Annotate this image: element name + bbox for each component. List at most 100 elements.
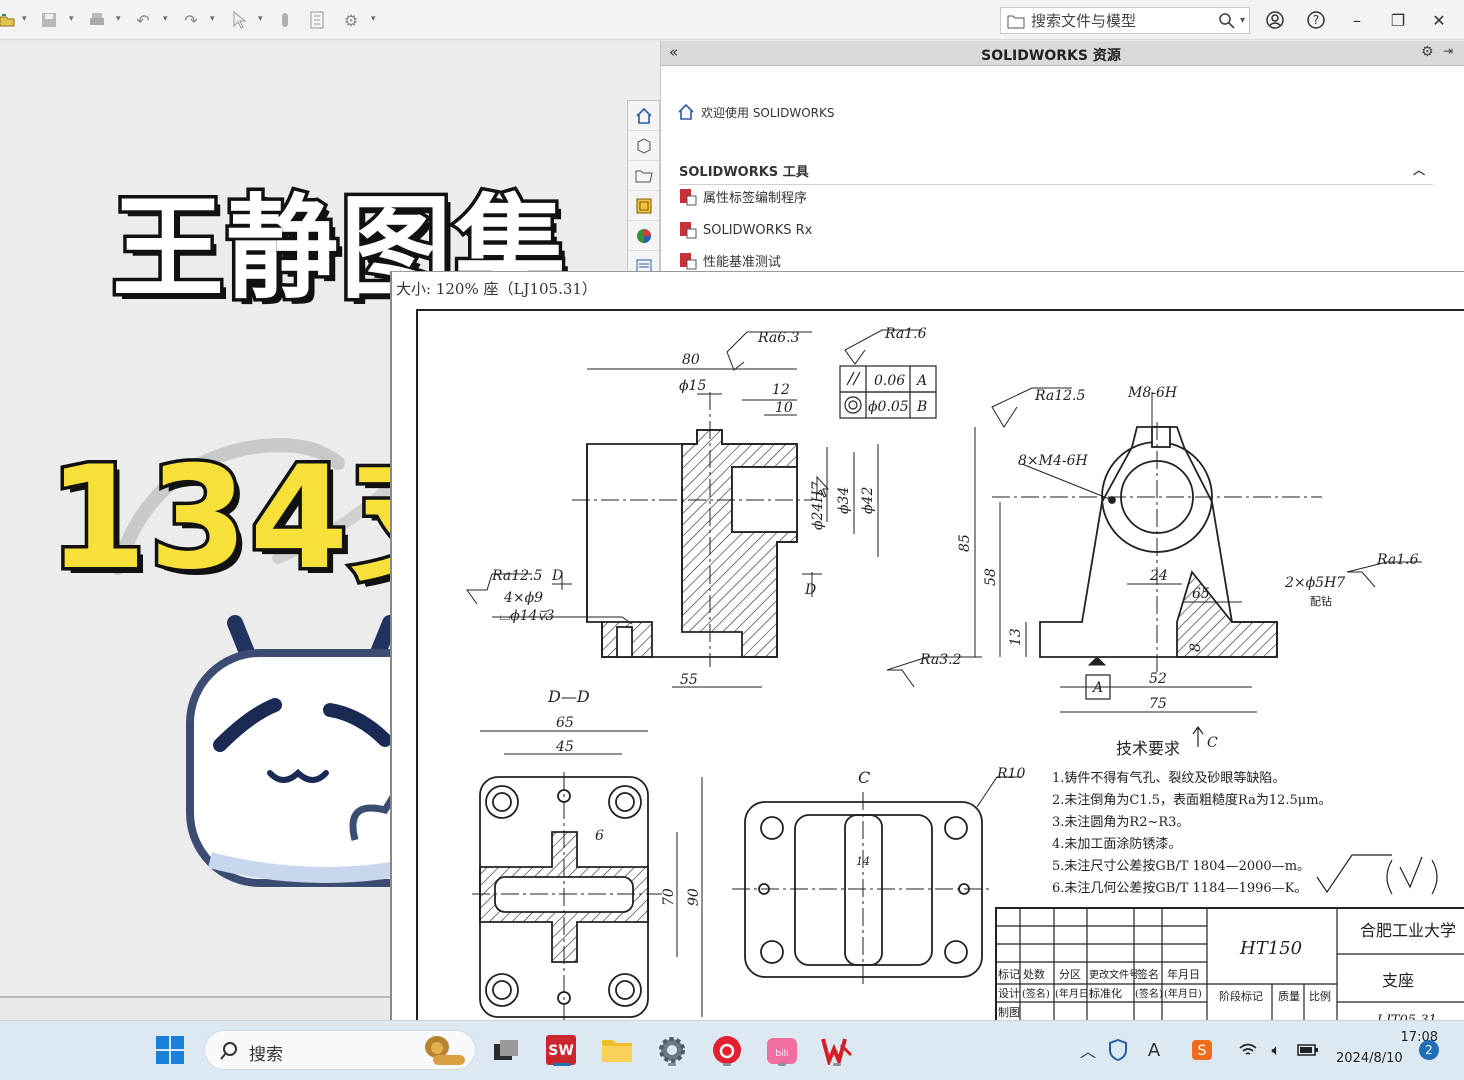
clock-date[interactable]: 2024/8/10 [1336, 1051, 1406, 1066]
save-dropdown-icon[interactable]: ▾ [69, 14, 77, 24]
taskbar-search-input[interactable]: 搜索 [204, 1030, 476, 1070]
welcome-label: 欢迎使用 SOLIDWORKS [701, 105, 835, 120]
tech-item-2: 2.未注倒角为C1.5，表面粗糙度Ra为12.5μm。 [1052, 792, 1332, 808]
tb-stage: 阶段标记 [1219, 989, 1263, 1003]
undo-dropdown-icon[interactable]: ▾ [163, 14, 171, 24]
sogou-icon[interactable]: S [1184, 1030, 1220, 1070]
notification-badge[interactable]: 2 [1419, 1040, 1439, 1060]
view-arrow-c: C [1207, 735, 1218, 751]
minimize-icon[interactable]: – [1344, 8, 1370, 32]
dim-24: 24 [1149, 568, 1168, 584]
ra-1-6: Ra1.6 [884, 326, 927, 342]
collapse-section-icon[interactable]: ︿ [1413, 161, 1425, 178]
section-dd-title: D—D [547, 687, 590, 706]
restore-icon[interactable]: ❐ [1385, 8, 1411, 32]
search-icon[interactable] [1218, 12, 1236, 30]
dim-52: 52 [1149, 671, 1167, 687]
file-explorer-icon[interactable] [597, 1030, 637, 1070]
school-name: 合肥工业大学 [1360, 921, 1456, 940]
tb-r2c4: 标准化 [1089, 986, 1122, 1000]
ra-6-3: Ra6.3 [757, 330, 800, 346]
options-gear-icon[interactable]: ⚙ [340, 9, 362, 31]
tool-item-solidworks-rx[interactable]: SOLIDWORKS Rx [679, 221, 812, 239]
tools-section-header[interactable]: SOLIDWORKS 工具 ︿ [679, 161, 1433, 185]
windows-start-icon[interactable] [150, 1030, 190, 1070]
search-placeholder: 搜索文件与模型 [1031, 12, 1137, 30]
solidworks-rx-icon [680, 222, 697, 239]
netease-music-icon[interactable] [707, 1030, 747, 1070]
tol-parallel-ref: A [915, 373, 927, 389]
wps-icon[interactable] [817, 1030, 857, 1070]
search-icon [220, 1042, 237, 1060]
options-dropdown-icon[interactable]: ▾ [371, 14, 379, 24]
task-view-icon[interactable] [486, 1030, 526, 1070]
security-shield-icon[interactable] [1100, 1030, 1136, 1070]
tab-home-icon[interactable] [628, 101, 659, 131]
settings-icon[interactable] [652, 1030, 692, 1070]
tb-r2c1: 设计 [998, 987, 1020, 1000]
dim-d42: ϕ42 [860, 487, 876, 514]
taskbar-search-label: 搜索 [249, 1045, 283, 1065]
pin-icon[interactable]: ⇥ [1443, 44, 1453, 58]
tol-concentric-ref: B [916, 399, 927, 415]
print-dropdown-icon[interactable]: ▾ [116, 14, 124, 24]
tool-item-benchmark[interactable]: 性能基准测试 [679, 251, 781, 270]
select-dropdown-icon[interactable]: ▾ [258, 14, 266, 24]
close-icon[interactable]: ✕ [1426, 8, 1452, 32]
welcome-link[interactable]: 欢迎使用 SOLIDWORKS [677, 103, 834, 121]
counterbore: ⌴ϕ14⊽3 [499, 608, 554, 624]
rebuild-icon[interactable] [274, 9, 296, 31]
taskpane-header: « SOLIDWORKS 资源 ⚙ ⇥ [661, 41, 1464, 66]
save-icon[interactable] [38, 9, 60, 31]
dd-dim-70: 70 [661, 888, 677, 906]
volume-icon[interactable]: 🔈︎ [1258, 1030, 1294, 1070]
tab-design-library-icon[interactable] [628, 131, 659, 161]
redo-icon[interactable]: ↷ [180, 9, 202, 31]
view-c-title: C [858, 768, 870, 787]
property-tab-builder-icon [680, 188, 697, 205]
drawing-image-viewer[interactable]: 大小: 120% 座（LJ105.31） 80 ϕ15 12 10 55 Ra6… [390, 271, 1464, 1023]
section-mark-d2: D [804, 582, 816, 598]
tech-item-5: 5.未注尺寸公差按GB/T 1804—2000—m。 [1052, 859, 1310, 874]
file-properties-icon[interactable] [306, 9, 328, 31]
solidworks-2023-icon[interactable]: SW [541, 1030, 581, 1070]
open-icon[interactable] [0, 9, 18, 31]
open-dropdown-icon[interactable]: ▾ [22, 14, 30, 24]
help-icon[interactable]: ? [1303, 8, 1329, 32]
dim-d34: ϕ34 [836, 487, 852, 514]
search-dropdown-icon[interactable]: ▾ [1240, 15, 1245, 26]
datum-a: A [1091, 680, 1103, 696]
user-account-icon[interactable] [1262, 8, 1288, 32]
home-icon [678, 103, 694, 120]
ra-1-6-right: Ra1.6 [1376, 552, 1419, 568]
tech-item-6: 6.未注几何公差按GB/T 1184—1996—K。 [1052, 880, 1307, 896]
dim-12: 12 [772, 382, 790, 398]
dim-85: 85 [957, 534, 973, 552]
input-method-icon[interactable]: A [1136, 1030, 1172, 1070]
tools-section-title: SOLIDWORKS 工具 [679, 165, 809, 180]
select-icon[interactable] [228, 9, 250, 31]
redo-dropdown-icon[interactable]: ▾ [210, 14, 218, 24]
battery-icon[interactable] [1290, 1030, 1326, 1070]
undo-icon[interactable]: ↶ [132, 9, 154, 31]
dd-dim-45: 45 [555, 739, 574, 755]
tb-r2c6: (年月日) [1164, 987, 1202, 1000]
tab-view-palette-icon[interactable] [628, 191, 659, 221]
peizuan-note: 配钻 [1310, 594, 1332, 608]
tool-label: SOLIDWORKS Rx [703, 222, 813, 238]
taskpane-options-gear-icon[interactable]: ⚙ [1421, 44, 1434, 60]
tool-item-property-tab-builder[interactable]: 属性标签编制程序 [679, 187, 807, 206]
print-icon[interactable] [86, 9, 108, 31]
section-dd-view [472, 772, 662, 1022]
dd-dim-6: 6 [595, 828, 604, 844]
taskpane: « SOLIDWORKS 资源 ⚙ ⇥ 欢迎使用 SOLIDWORKS SOLI… [660, 41, 1464, 273]
tech-item-3: 3.未注圆角为R2~R3。 [1052, 815, 1189, 830]
tb-mass: 质量 [1278, 990, 1300, 1003]
bilibili-icon[interactable]: bili [762, 1030, 802, 1070]
search-files-input[interactable]: 搜索文件与模型 ▾ [1000, 7, 1250, 34]
status-divider [0, 996, 392, 998]
dim-13: 13 [1008, 628, 1024, 646]
tab-file-explorer-icon[interactable] [628, 161, 659, 191]
tab-appearances-icon[interactable] [628, 221, 659, 251]
dim-75: 75 [1149, 696, 1167, 712]
